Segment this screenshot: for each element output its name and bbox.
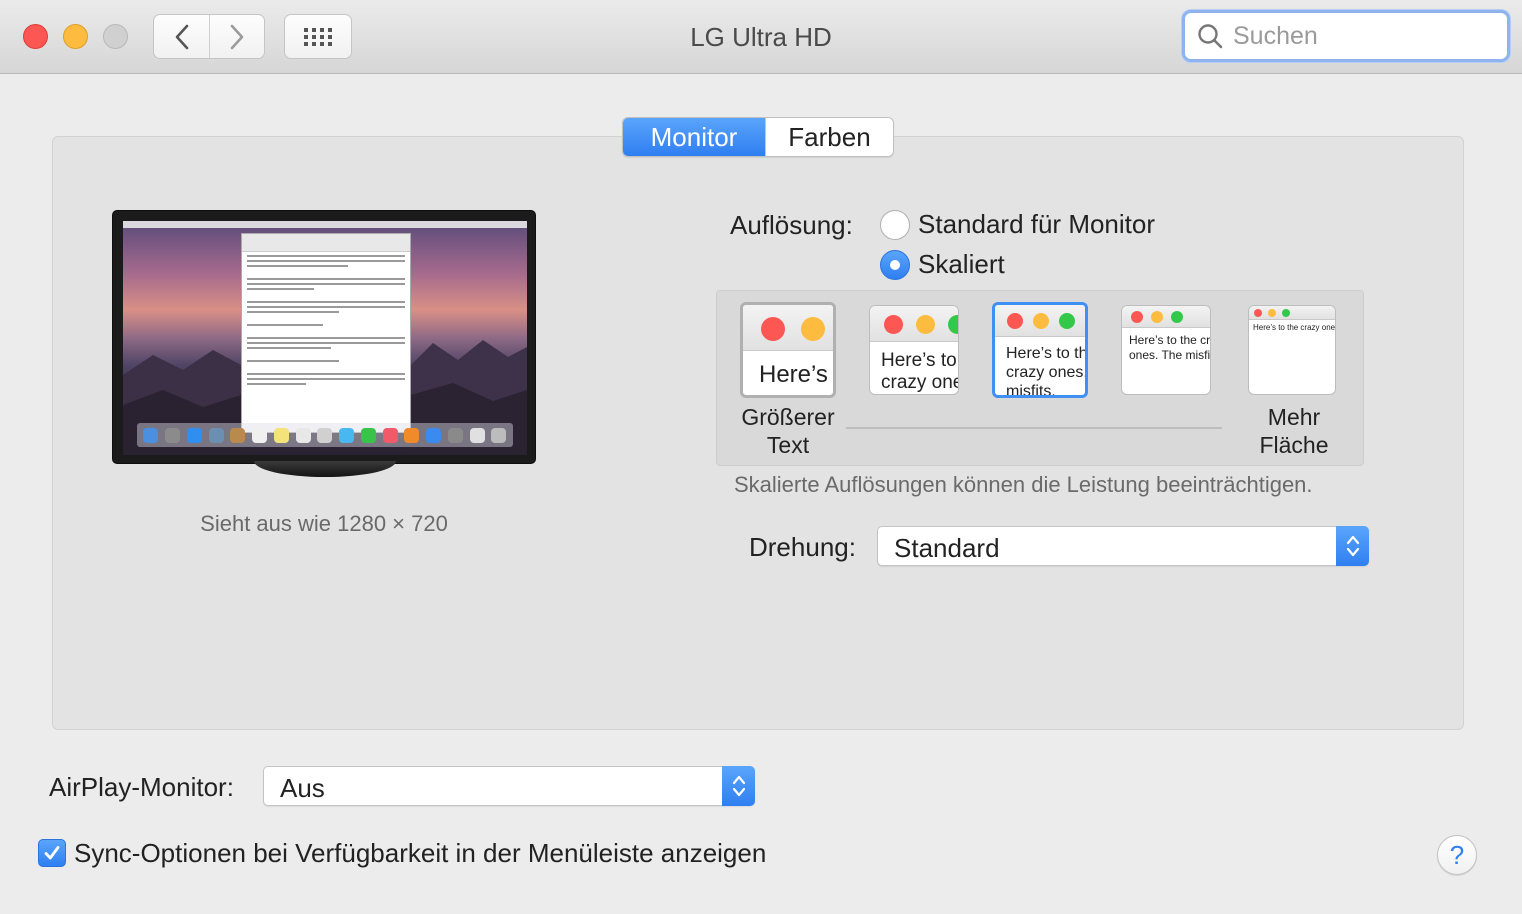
- preview-dock: [137, 423, 513, 447]
- tab-bar: Monitor Farben: [622, 117, 894, 157]
- desktop-preview-image: [123, 221, 527, 455]
- radio-label: Skaliert: [918, 249, 1005, 279]
- radio-button[interactable]: [880, 209, 910, 240]
- scale-option-larger-text[interactable]: Here’s: [740, 302, 836, 398]
- preview-document: [241, 233, 411, 433]
- scale-sample-text: Here’s to the crazy ones. The misfits.: [1129, 333, 1211, 362]
- updown-arrows-icon: [722, 766, 755, 806]
- scale-option-4[interactable]: Here’s to the crazy ones. The misfits.: [1121, 305, 1211, 395]
- help-button[interactable]: ?: [1437, 835, 1477, 875]
- rotation-value: Standard: [894, 533, 1000, 563]
- search-input[interactable]: [1233, 21, 1493, 51]
- looks-like-resolution: Sieht aus wie 1280 × 720: [200, 511, 448, 536]
- radio-default-for-display[interactable]: Standard für Monitor: [880, 209, 1155, 240]
- rotation-popup[interactable]: Standard: [877, 526, 1369, 566]
- preview-menubar: [123, 221, 527, 228]
- sync-options-label[interactable]: Sync-Optionen bei Verfügbarkeit in der M…: [74, 838, 766, 869]
- updown-arrows-icon: [1336, 526, 1369, 566]
- performance-note: Skalierte Auflösungen können die Leistun…: [734, 472, 1313, 497]
- scale-option-more-space[interactable]: Here’s to the crazy ones.: [1248, 305, 1336, 395]
- scale-sample-text: Here’s to the crazy ones. The misfits.: [1006, 345, 1088, 398]
- tab-monitor[interactable]: Monitor: [623, 118, 765, 156]
- tab-farben[interactable]: Farben: [765, 118, 893, 156]
- airplay-value: Aus: [280, 773, 325, 803]
- sync-options-checkbox[interactable]: [38, 839, 66, 867]
- radio-scaled[interactable]: Skaliert: [880, 249, 1005, 280]
- airplay-popup[interactable]: Aus: [263, 766, 755, 806]
- title-bar: LG Ultra HD: [0, 0, 1522, 74]
- display-preview: [112, 210, 536, 464]
- larger-text-label: Größerer Text: [741, 404, 835, 458]
- magnifier-icon: [1198, 24, 1223, 49]
- checkmark-icon: [44, 846, 60, 860]
- resolution-label: Auflösung:: [730, 210, 853, 240]
- scale-option-3-selected[interactable]: Here’s to the crazy ones. The misfits.: [992, 302, 1088, 398]
- scale-slider-track: [846, 427, 1222, 429]
- scale-sample-text: Here’s to the crazy ones. The misfits.: [881, 350, 958, 393]
- more-space-label: Mehr Fläche: [1259, 404, 1329, 458]
- rotation-label: Drehung:: [749, 532, 856, 562]
- radio-label: Standard für Monitor: [918, 209, 1156, 239]
- scale-sample-text: Here’s: [759, 361, 828, 388]
- search-field[interactable]: [1182, 10, 1510, 62]
- radio-button-selected[interactable]: [880, 249, 910, 280]
- scale-option-2[interactable]: Here’s to the crazy ones. The misfits.: [869, 305, 959, 395]
- airplay-label: AirPlay-Monitor:: [49, 772, 234, 802]
- scale-sample-text: Here’s to the crazy ones.: [1253, 323, 1336, 332]
